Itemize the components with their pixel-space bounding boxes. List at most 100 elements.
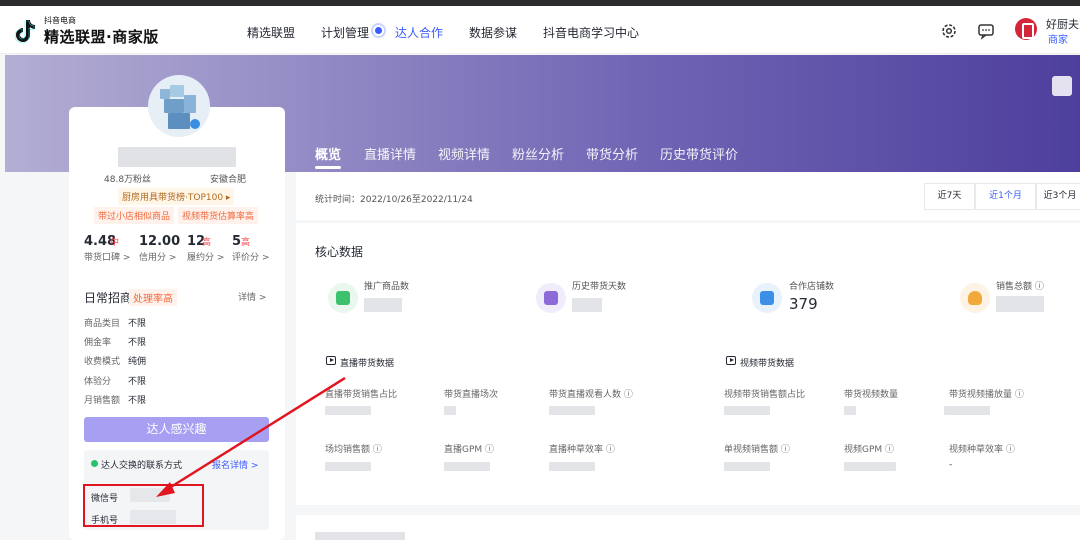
live-gpm-label[interactable]: 直播GPM ⓘ [444, 442, 494, 455]
kv-commission-label: 佣金率 [84, 338, 112, 348]
tab-fans-analysis[interactable]: 粉丝分析 [512, 144, 564, 163]
calendar-icon [536, 283, 566, 313]
shop-icon [752, 283, 782, 313]
live-avg-sales-label[interactable]: 场均销售额 ⓘ [325, 442, 382, 455]
live-avg-sales-blur [325, 462, 371, 471]
tab-live-details[interactable]: 直播详情 [364, 144, 416, 163]
live-play-icon [326, 356, 336, 365]
range-7-days[interactable]: 近7天 [924, 183, 975, 210]
user-name[interactable]: 好厨夫慧 [1046, 16, 1080, 32]
nav-item-learning-center[interactable]: 抖音电商学习中心 [543, 24, 639, 41]
metric-shops-value: 379 [789, 295, 818, 313]
gear-icon[interactable] [940, 22, 958, 40]
tab-history-reviews[interactable]: 历史带货评价 [660, 144, 738, 163]
tab-sales-analysis[interactable]: 带货分析 [586, 144, 638, 163]
nav-item-data-advisor[interactable]: 数据参谋 [469, 24, 517, 41]
range-3-months[interactable]: 近3个月 [1036, 183, 1080, 210]
video-count-label: 带货视频数量 [844, 390, 899, 400]
douyin-logo-icon [14, 20, 35, 44]
daily-recruit-tag: 处理率高 [129, 289, 177, 306]
message-icon[interactable] [977, 22, 995, 40]
video-count-blur [844, 406, 856, 415]
nav-item-alliance[interactable]: 精选联盟 [247, 24, 295, 41]
kv-monthly-sales-label: 月销售额 [84, 396, 121, 406]
rank-badge[interactable]: 厨房用具带货榜·TOP100 ▸ [118, 188, 235, 205]
user-avatar[interactable] [1015, 18, 1037, 40]
metric-days-label: 历史带货天数 [572, 282, 627, 292]
video-sales-ratio-label: 视频带货销售额占比 [724, 390, 806, 400]
tab-video-details[interactable]: 视频详情 [438, 144, 490, 163]
video-plays-label[interactable]: 带货视频播放量 ⓘ [949, 387, 1024, 400]
video-avg-sales-label[interactable]: 单视频销售额 ⓘ [724, 442, 790, 455]
nav-active-indicator-icon [371, 23, 386, 38]
video-sales-ratio-blur [724, 406, 770, 415]
annotation-highlight-box [83, 484, 204, 527]
kv-experience-label: 体验分 [84, 377, 112, 387]
metric-products-value-blur [364, 298, 402, 312]
kv-monthly-sales-value: 不限 [128, 396, 147, 406]
contact-info-title: 达人交换的联系方式 [101, 461, 183, 471]
video-avg-sales-blur [724, 462, 770, 471]
history-reviews-card [296, 515, 1080, 540]
live-seed-efficiency-label[interactable]: 直播种草效率 ⓘ [549, 442, 615, 455]
metric-days-value-blur [572, 298, 602, 312]
history-reviews-title-blur [315, 532, 405, 540]
live-sales-ratio-label: 直播带货销售占比 [325, 390, 398, 400]
active-tab-underline [315, 166, 341, 169]
video-data-title: 视频带货数据 [740, 359, 795, 369]
video-seed-efficiency-label[interactable]: 视频种草效率 ⓘ [949, 442, 1015, 455]
live-seed-efficiency-blur [549, 462, 595, 471]
signup-detail-link[interactable]: 报名详情 > [212, 458, 258, 471]
video-plays-blur [944, 406, 990, 415]
tag-video-estimate: 视频带货估算率高 [178, 207, 259, 224]
logo[interactable]: 抖音电商 精选联盟·商家版 [12, 14, 162, 48]
range-1-month[interactable]: 近1个月 [975, 183, 1036, 210]
tab-overview[interactable]: 概览 [315, 144, 341, 163]
creator-name-blur [118, 147, 236, 167]
metric-shops-label: 合作店铺数 [789, 282, 835, 292]
stats-time-range: 统计时间：2022/10/26至2022/11/24 [315, 195, 473, 205]
live-data-title: 直播带货数据 [340, 359, 395, 369]
score-fulfillment-level: 高 [202, 238, 212, 248]
kv-category-label: 商品类目 [84, 319, 121, 329]
daily-recruit-detail-link[interactable]: 详情 > [238, 290, 266, 303]
kv-commission-value: 不限 [128, 338, 147, 348]
live-gpm-blur [444, 462, 490, 471]
metric-sales-label: 销售总额 ⓘ [996, 282, 1044, 292]
sales-icon [960, 283, 990, 313]
score-review-label[interactable]: 评价分 > [232, 250, 269, 263]
kv-fee-mode-value: 纯佣 [128, 357, 147, 367]
nav-item-creator-cooperation[interactable]: 达人合作 [395, 24, 443, 41]
live-viewers-label[interactable]: 带货直播观看人数 ⓘ [549, 387, 633, 400]
core-data-card [296, 223, 1080, 505]
nav-item-plan[interactable]: 计划管理 [321, 24, 369, 41]
logo-subtitle: 抖音电商 [44, 16, 76, 25]
top-navigation-bar: 抖音电商 精选联盟·商家版 [0, 6, 1080, 54]
video-seed-efficiency-value: - [949, 460, 953, 470]
score-review-value: 5 [232, 234, 242, 249]
creator-interested-button[interactable]: 达人感兴趣 [84, 417, 269, 442]
daily-recruit-title: 日常招商 [84, 291, 133, 305]
grid-icon[interactable] [1052, 76, 1072, 96]
video-play-icon [726, 356, 736, 365]
kv-fee-mode-label: 收费模式 [84, 357, 121, 367]
creator-avatar [148, 75, 210, 137]
live-viewers-blur [549, 406, 595, 415]
metric-sales-value-blur [996, 296, 1044, 312]
score-reputation-level: 中 [110, 238, 120, 248]
score-reputation-label[interactable]: 带货口碑 > [84, 250, 130, 263]
score-fulfillment-label[interactable]: 履约分 > [187, 250, 224, 263]
creator-location: 安徽合肥 [210, 175, 247, 185]
live-sessions-label: 带货直播场次 [444, 390, 499, 400]
tag-similar-goods: 带过小店相似商品 [94, 207, 175, 224]
product-icon [328, 283, 358, 313]
score-review-level: 高 [241, 238, 251, 248]
user-role: 商家 [1048, 35, 1068, 46]
score-credit-value: 12.00 [139, 234, 181, 249]
kv-category-value: 不限 [128, 319, 147, 329]
metric-products-label: 推广商品数 [364, 282, 410, 292]
score-credit-label[interactable]: 信用分 > [139, 250, 176, 263]
fans-count: 48.8万粉丝 [104, 175, 152, 185]
logo-title: 精选联盟·商家版 [44, 28, 159, 46]
video-gpm-label[interactable]: 视频GPM ⓘ [844, 442, 894, 455]
